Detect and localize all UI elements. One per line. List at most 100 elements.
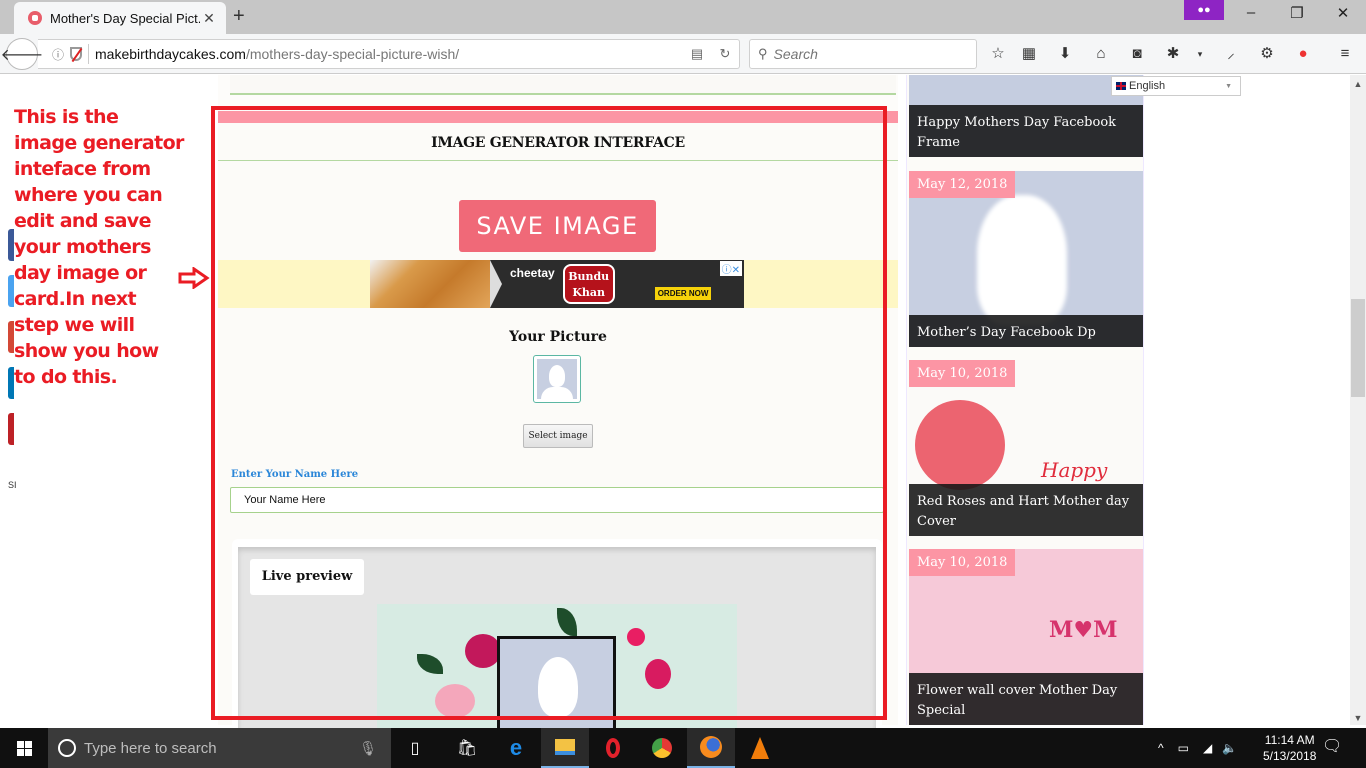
post-card[interactable]: Happy Mothers Day Facebook Frame (909, 75, 1143, 157)
file-explorer-icon[interactable] (541, 728, 589, 768)
leaf-decoration (417, 654, 443, 674)
avatar-silhouette-icon (537, 359, 577, 399)
close-window-button[interactable]: ✕ (1328, 4, 1358, 22)
post-card[interactable]: May 10, 2018 Happy Red Roses and Hart Mo… (909, 360, 1143, 536)
reader-view-icon[interactable]: ▤ (683, 46, 711, 62)
recent-posts-sidebar: Happy Mothers Day Facebook Frame May 12,… (906, 75, 1144, 725)
store-icon[interactable]: 🛍 (443, 728, 491, 768)
arrow-right-icon (178, 267, 210, 289)
opera-icon[interactable] (589, 728, 637, 768)
ad-chevron (490, 260, 502, 308)
save-image-button[interactable]: SAVE IMAGE (459, 200, 656, 252)
search-box[interactable]: ⚲ (749, 39, 977, 69)
task-view-icon[interactable]: ▯ (391, 728, 439, 768)
dropper-icon[interactable]: ⸝ (1220, 43, 1242, 65)
edge-icon[interactable]: e (492, 728, 540, 768)
clock[interactable]: 11:14 AM 5/13/2018 (1263, 732, 1316, 764)
scroll-down-icon[interactable]: ▼ (1350, 713, 1366, 723)
chrome-icon[interactable] (638, 728, 686, 768)
scrollbar-thumb[interactable] (1351, 299, 1365, 397)
start-button[interactable] (0, 728, 48, 768)
post-date: May 10, 2018 (909, 549, 1016, 576)
hamburger-menu-icon[interactable]: ≡ (1334, 43, 1356, 65)
ad-info-close-icon[interactable]: ⓘ✕ (719, 261, 742, 276)
left-column: This is the image generator inteface fro… (0, 75, 210, 725)
firefox-icon[interactable] (687, 728, 735, 768)
rose-decoration (645, 659, 671, 689)
ad-order-now-button[interactable]: ORDER NOW (654, 286, 712, 300)
post-card[interactable]: May 10, 2018 M♥M Flower wall cover Mothe… (909, 549, 1143, 725)
ad-logo-line1: Bundu (568, 270, 610, 283)
panel-accent-bar (218, 111, 898, 123)
reading-list-icon[interactable]: ▦ (1018, 43, 1040, 65)
rose-decoration (465, 634, 501, 668)
image-generator-panel: IMAGE GENERATOR INTERFACE SAVE IMAGE che… (218, 111, 898, 747)
previous-section (230, 75, 896, 95)
action-center-icon[interactable]: 🗨 (1322, 736, 1344, 758)
pinterest-share-icon[interactable] (8, 413, 14, 445)
back-button[interactable]: 🡐 (1, 38, 43, 70)
download-icon[interactable]: ⬇ (1054, 43, 1076, 65)
reload-icon[interactable]: ↻ (711, 46, 739, 62)
your-picture-label: Your Picture (509, 329, 607, 345)
wifi-icon[interactable]: ◢ (1203, 741, 1212, 755)
bookmark-star-icon[interactable]: ☆ (987, 43, 1009, 65)
url-path: /mothers-day-special-picture-wish/ (245, 46, 460, 62)
close-tab-icon[interactable]: ✕ (200, 10, 218, 27)
post-title[interactable]: Red Roses and Hart Mother day Cover (909, 484, 1143, 536)
language-value: English (1129, 80, 1166, 92)
windows-taskbar: Type here to search 🎙 ▯ 🛍 e ^ ▭ ◢ 🔈 11:1… (0, 728, 1366, 768)
linkedin-share-icon[interactable] (8, 367, 14, 399)
url-separator (88, 44, 90, 64)
ad-logo-line2: Khan (572, 286, 606, 299)
taskbar-search[interactable]: Type here to search 🎙 (48, 728, 391, 768)
search-input[interactable] (773, 46, 964, 62)
dropdown-icon[interactable]: ▾ (1189, 43, 1211, 65)
bug-extension-icon[interactable]: ✱ (1162, 43, 1184, 65)
post-title[interactable]: Mother’s Day Facebook Dp (909, 315, 1143, 347)
gear-extension-icon[interactable]: ⚙ (1256, 43, 1278, 65)
chevron-down-icon: ▼ (1225, 82, 1232, 90)
tracking-shield-icon[interactable] (70, 47, 83, 61)
facebook-share-icon[interactable] (8, 229, 14, 261)
show-hidden-icons-icon[interactable]: ^ (1158, 741, 1164, 755)
annotation-text: This is the image generator inteface fro… (14, 106, 184, 388)
generator-title: IMAGE GENERATOR INTERFACE (218, 123, 898, 161)
browser-tab-bar: Mother's Day Special Pict... ✕ + ●● – ❐ … (0, 0, 1366, 34)
ad-logo: Bundu Khan (562, 264, 615, 304)
twitter-share-icon[interactable] (8, 275, 14, 307)
volume-icon[interactable]: 🔈 (1222, 741, 1237, 755)
petal-decoration (627, 628, 645, 646)
live-preview-area: Live preview (238, 547, 876, 747)
cortana-icon (58, 739, 76, 757)
name-input[interactable] (230, 487, 884, 513)
browser-tab[interactable]: Mother's Day Special Pict... ✕ (14, 2, 226, 34)
info-icon[interactable]: ⓘ (52, 46, 64, 63)
language-select[interactable]: English ▼ (1111, 76, 1241, 96)
url-bar[interactable]: ⓘ makebirthdaycakes.com /mothers-day-spe… (38, 39, 740, 69)
minimize-button[interactable]: – (1236, 4, 1266, 21)
battery-icon[interactable]: ▭ (1178, 741, 1189, 755)
page-scrollbar[interactable]: ▲ ▼ (1350, 75, 1366, 725)
google-plus-share-icon[interactable] (8, 321, 14, 353)
post-card[interactable]: May 12, 2018 Mother’s Day Facebook Dp (909, 171, 1143, 347)
windows-logo-icon (16, 740, 32, 756)
ad-brand: cheetay (510, 266, 555, 280)
post-title[interactable]: Happy Mothers Day Facebook Frame (909, 105, 1143, 157)
live-preview-label: Live preview (250, 559, 364, 595)
restore-button[interactable]: ❐ (1282, 4, 1312, 22)
leaf-decoration (557, 608, 577, 636)
ad-banner[interactable]: cheetay Bundu Khan ORDER NOW ⓘ✕ (370, 260, 744, 308)
post-title[interactable]: Flower wall cover Mother Day Special (909, 673, 1143, 725)
microphone-icon[interactable]: 🎙 (359, 740, 377, 757)
new-tab-button[interactable]: + (233, 5, 245, 28)
vlc-icon[interactable] (736, 728, 784, 768)
search-icon: ⚲ (758, 46, 768, 61)
avatar-placeholder (533, 355, 581, 403)
pocket-icon[interactable]: ◙ (1126, 43, 1148, 65)
uk-flag-icon (1116, 82, 1126, 90)
color-dots-icon[interactable]: ● (1292, 43, 1314, 65)
home-icon[interactable]: ⌂ (1090, 43, 1112, 65)
select-image-button[interactable]: Select image (523, 424, 593, 448)
scroll-up-icon[interactable]: ▲ (1350, 79, 1366, 89)
